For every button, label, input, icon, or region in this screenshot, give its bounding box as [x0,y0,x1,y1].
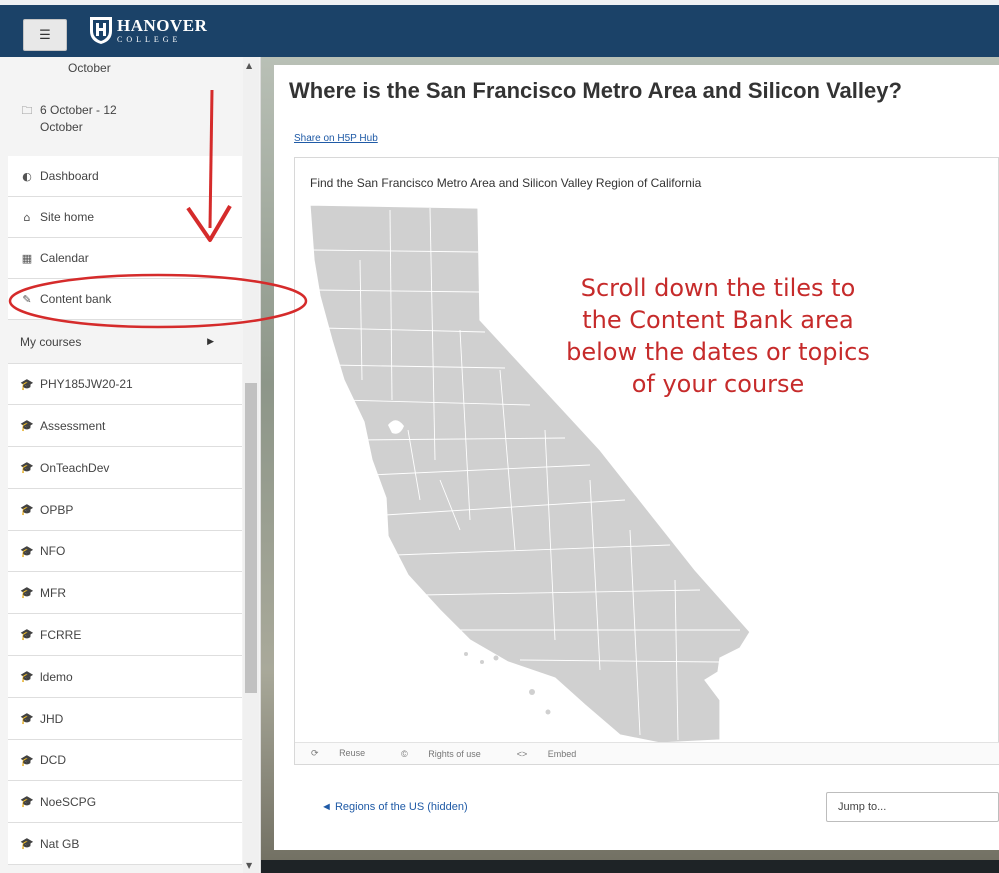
graduation-cap-icon: 🎓 [20,628,34,641]
sidebar-item-course[interactable]: 🎓 Nat GB [8,823,242,865]
graduation-cap-icon: 🎓 [20,795,34,808]
scroll-up-icon[interactable]: ▲ [246,61,252,70]
sidebar-item-course[interactable]: 🎓 Assessment [8,405,242,447]
graduation-cap-icon: 🎓 [20,461,34,474]
embed-button[interactable]: <> Embed [517,749,595,759]
hamburger-menu-button[interactable]: ☰ [23,19,67,51]
graduation-cap-icon: 🎓 [20,544,34,558]
sidebar-item-calendar[interactable]: ▦ Calendar [8,238,242,279]
calendar-icon: ▦ [21,251,33,265]
rights-of-use-button[interactable]: © Rights of use [401,749,499,759]
graduation-cap-icon: 🎓 [20,712,34,725]
sidebar-item-course[interactable]: 🎓 JHD [8,698,242,740]
page-footer-strip [261,860,999,873]
sidebar-item-course[interactable]: 🎓 DCD [8,740,242,781]
graduation-cap-icon: 🎓 [20,503,34,516]
folder-icon: 🗀 [21,104,33,117]
logo-subtitle: COLLEGE [117,34,182,44]
caret-right-icon: ▶ [207,336,214,347]
sidebar-item-course[interactable]: 🎓 OnTeachDev [8,447,242,489]
logo-name: HANOVER [117,15,208,35]
graduation-cap-icon: 🎓 [20,670,34,683]
h5p-task-description: Find the San Francisco Metro Area and Si… [310,176,702,190]
sidebar-scrollbar[interactable]: ▲ ▼ [243,57,259,873]
sidebar-item-course[interactable]: 🎓 OPBP [8,489,242,531]
graduation-cap-icon: 🎓 [20,419,34,432]
reuse-icon: ⟳ [311,748,319,758]
graduation-cap-icon: 🎓 [20,837,34,850]
sidebar-item-course[interactable]: 🎓 NoeSCPG [8,781,242,823]
reuse-button[interactable]: ⟳ Reuse [311,748,383,759]
navigation-drawer: October 🗀 6 October - 12 October ◐ Dashb… [0,57,261,873]
graduation-cap-icon: 🎓 [20,586,34,599]
annotation-callout: Scroll down the tiles to the Content Ban… [566,274,870,398]
dashboard-icon: ◐ [22,169,32,183]
sidebar-item-week[interactable]: 🗀 6 October - 12 October [8,97,242,157]
scrollbar-thumb[interactable] [245,383,257,693]
h5p-actions-bar: ⟳ Reuse © Rights of use <> Embed [295,742,999,764]
sidebar-item-dashboard[interactable]: ◐ Dashboard [8,156,242,197]
jump-to-select[interactable]: Jump to... [826,792,999,822]
share-on-h5p-link[interactable]: Share on H5P Hub [294,133,378,144]
site-logo[interactable]: HANOVER COLLEGE [88,15,207,45]
page-title: Where is the San Francisco Metro Area an… [289,78,902,103]
shield-logo-icon [90,17,112,44]
sidebar-item-course[interactable]: 🎓 MFR [8,572,242,614]
sidebar-item-course[interactable]: 🎓 NFO [8,531,242,572]
brush-icon: ✎ [22,292,32,306]
home-icon: ⌂ [23,210,31,224]
previous-activity-link[interactable]: ◄ Regions of the US (hidden) [321,801,468,813]
sidebar-item-october[interactable]: October [8,57,242,79]
sidebar-item-course[interactable]: 🎓 FCRRE [8,614,242,656]
sidebar-item-site-home[interactable]: ⌂ Site home [8,197,242,238]
copyright-icon: © [401,748,408,759]
top-navbar: ☰ HANOVER COLLEGE [0,0,999,57]
embed-icon: <> [516,748,528,759]
hamburger-icon: ☰ [39,27,51,43]
sidebar-item-content-bank[interactable]: ✎ Content bank [8,279,242,320]
graduation-cap-icon: 🎓 [20,753,34,767]
sidebar-item-course[interactable]: 🎓 ldemo [8,656,242,698]
graduation-cap-icon: 🎓 [20,377,34,391]
scroll-down-icon[interactable]: ▼ [246,861,252,870]
sidebar-item-my-courses[interactable]: My courses ▶ [8,320,242,364]
sidebar-item-course[interactable]: 🎓 PHY185JW20-21 [8,364,242,405]
